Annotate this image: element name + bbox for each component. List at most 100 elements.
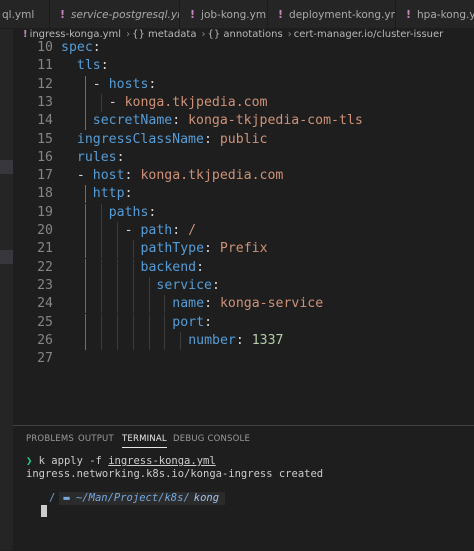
code-line[interactable]: 24 name: konga-service xyxy=(13,295,474,314)
folder-icon: ▬ xyxy=(63,492,70,504)
yaml-punctuation: : xyxy=(116,149,125,165)
indent-guide xyxy=(132,295,134,314)
terminal-input[interactable] xyxy=(41,505,474,518)
line-number: 15 xyxy=(37,131,53,147)
code-content: service: xyxy=(156,277,220,295)
code-content: rules: xyxy=(77,149,125,167)
panel-tab-terminal[interactable]: TERMINAL xyxy=(122,434,167,448)
indent-guide xyxy=(84,75,86,94)
line-number: 22 xyxy=(37,259,53,275)
indent-guide xyxy=(164,295,166,314)
prompt-chevron-icon: ❯ xyxy=(26,455,33,467)
code-line[interactable]: 23 service: xyxy=(13,276,474,295)
yaml-punctuation: - xyxy=(92,76,109,92)
code-content: name: konga-service xyxy=(172,295,323,313)
terminal-prompt: / ▬ ~/Man/Project/k8s/kong xyxy=(33,492,474,505)
code-line[interactable]: 17 - host: konga.tkjpedia.com xyxy=(13,167,474,185)
code-line[interactable]: 11 tls: xyxy=(13,57,474,75)
yaml-key: secretName xyxy=(92,113,173,129)
yaml-punctuation: : xyxy=(204,241,220,257)
tab-label: job-kong.yml xyxy=(201,9,268,21)
code-content: pathType: Prefix xyxy=(141,240,268,258)
yaml-punctuation: : xyxy=(172,113,189,129)
yaml-punctuation: - xyxy=(108,94,125,110)
yaml-punctuation: - xyxy=(124,223,141,238)
yaml-key: http xyxy=(92,186,125,202)
indent-guide xyxy=(100,295,102,314)
yaml-key: pathType xyxy=(140,241,205,257)
indent-guide xyxy=(84,240,86,259)
yaml-key: host xyxy=(92,168,125,184)
code-line[interactable]: 26 number: 1337 xyxy=(13,331,474,350)
code-editor[interactable]: 10 spec: 11 tls: 12 - hosts: 13 - konga.tkjpedi… xyxy=(13,40,474,425)
code-line[interactable]: 19 paths: xyxy=(13,203,474,222)
activity-marker xyxy=(0,250,13,264)
code-content: port: xyxy=(172,314,212,332)
panel-tab-problems[interactable]: PROBLEMS xyxy=(26,434,74,444)
warning-icon: ! xyxy=(406,8,412,21)
warning-icon: ! xyxy=(190,8,196,21)
code-content: spec: xyxy=(61,39,101,57)
indent-guide xyxy=(148,313,150,332)
indent-guide xyxy=(116,258,118,277)
panel-tab-output[interactable]: OUTPUT xyxy=(78,434,114,444)
terminal-command-line[interactable]: ❯ k apply -f ingress-konga.yml xyxy=(26,455,474,468)
indent-guide xyxy=(100,240,102,259)
code-line[interactable]: 10 spec: xyxy=(13,39,474,57)
indent-guide xyxy=(148,331,150,350)
line-number: 16 xyxy=(37,149,53,165)
yaml-key: tls xyxy=(76,58,101,74)
yaml-key: rules xyxy=(76,149,117,165)
panel-tab-debug-console[interactable]: DEBUG CONSOLE xyxy=(173,434,250,444)
yaml-key: paths xyxy=(108,204,149,220)
yaml-value: 1337 xyxy=(251,332,284,348)
yaml-punctuation: : xyxy=(148,204,157,220)
indent-guide xyxy=(164,313,166,332)
line-number: 24 xyxy=(37,296,53,312)
yaml-key: path xyxy=(140,223,173,238)
tab-deployment-kong[interactable]: ! deployment-kong.yml xyxy=(268,0,396,28)
line-number: 19 xyxy=(37,204,53,220)
tab-label: hpa-kong.yml xyxy=(417,9,474,21)
yaml-key: name xyxy=(172,296,205,312)
code-line[interactable]: 15 ingressClassName: public xyxy=(13,131,474,149)
code-line[interactable]: 20 - path: / xyxy=(13,222,474,240)
indent-guide xyxy=(100,93,102,112)
line-number: 10 xyxy=(37,40,53,55)
indent-guide xyxy=(84,313,86,332)
indent-guide xyxy=(84,203,86,222)
warning-icon: ! xyxy=(278,8,284,21)
indent-guide xyxy=(132,258,134,277)
tab-service-postgresql[interactable]: ! service-postgresql.yml xyxy=(50,0,180,28)
code-line[interactable]: 18 http: xyxy=(13,185,474,204)
line-number: 27 xyxy=(37,351,53,367)
code-content: tls: xyxy=(77,57,109,75)
code-line[interactable]: 14 secretName: konga-tkjpedia-com-tls xyxy=(13,112,474,131)
tab-ql-yml[interactable]: ql.yml xyxy=(0,0,50,28)
code-line[interactable]: 25 port: xyxy=(13,313,474,332)
indent-guide xyxy=(116,222,118,240)
tab-label: service-postgresql.yml xyxy=(71,9,180,21)
code-line[interactable]: 21 pathType: Prefix xyxy=(13,240,474,259)
indent-guide xyxy=(84,331,86,350)
code-content: - path: / xyxy=(125,222,197,240)
code-line[interactable]: 27 xyxy=(13,350,474,368)
code-line[interactable]: 16 rules: xyxy=(13,149,474,167)
tab-hpa-kong[interactable]: ! hpa-kong.yml xyxy=(396,0,474,28)
code-line[interactable]: 13 - konga.tkjpedia.com xyxy=(13,93,474,112)
code-line[interactable]: 22 backend: xyxy=(13,258,474,277)
bottom-panel: PROBLEMS OUTPUT TERMINAL DEBUG CONSOLE ❯… xyxy=(13,425,474,551)
tab-job-kong[interactable]: ! job-kong.yml xyxy=(180,0,268,28)
terminal-command: k apply -f xyxy=(38,455,109,467)
line-number: 21 xyxy=(37,241,53,257)
line-number: 26 xyxy=(37,332,53,348)
indent-guide xyxy=(100,203,102,222)
code-line[interactable]: 12 - hosts: xyxy=(13,75,474,94)
yaml-punctuation: : xyxy=(100,58,109,74)
yaml-value: Prefix xyxy=(219,241,268,257)
code-content: paths: xyxy=(109,204,157,222)
code-content: secretName: konga-tkjpedia-com-tls xyxy=(93,112,363,130)
line-number: 17 xyxy=(37,168,53,184)
yaml-punctuation: : xyxy=(211,277,220,293)
code-content: - hosts: xyxy=(93,76,157,94)
